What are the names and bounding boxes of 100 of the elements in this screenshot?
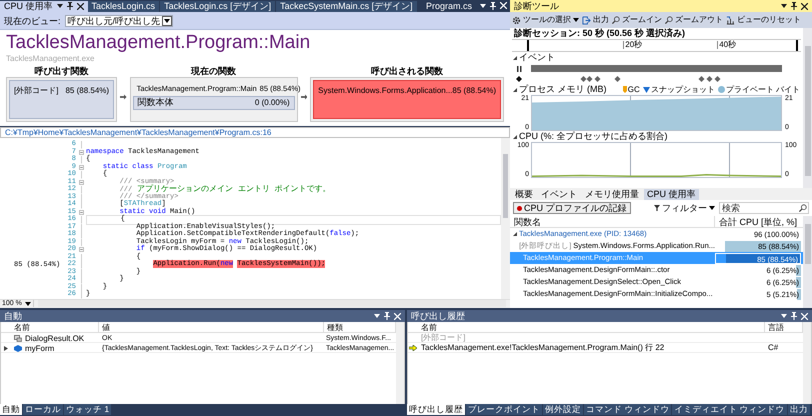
arrow-icon <box>120 94 127 100</box>
legend-label: GC <box>628 86 640 94</box>
horizontal-scrollbar[interactable] <box>38 300 506 308</box>
caret-icon <box>25 302 31 306</box>
column-header[interactable]: 関数名 <box>510 216 715 228</box>
vertical-scrollbar[interactable] <box>396 322 404 404</box>
expand-icon[interactable] <box>4 346 8 351</box>
panel-title: 呼び出し履歴 <box>411 312 465 320</box>
vertical-scrollbar[interactable] <box>803 322 811 404</box>
panel-tab[interactable]: ウォッチ 1 <box>64 404 112 415</box>
panel-title: 診断ツール <box>514 2 559 10</box>
function-box[interactable]: [外部コード] 85 (88.54%) <box>9 80 114 118</box>
gear-icon <box>512 16 521 24</box>
pin-icon[interactable] <box>791 2 797 10</box>
arrow-icon <box>300 94 308 100</box>
pause-icon <box>517 66 522 72</box>
column-header[interactable]: 値 <box>99 322 324 333</box>
variable-name: DialogResult.OK <box>25 334 84 344</box>
caret-icon <box>480 4 486 8</box>
function-name: [外部コード] <box>14 84 58 97</box>
column-header[interactable]: 合計 CPU [単位, %] <box>715 216 803 228</box>
function-value: 85 (88.54%) <box>65 84 110 97</box>
pin-icon[interactable] <box>791 312 797 320</box>
search-field[interactable]: 検索 <box>719 202 809 214</box>
panel-tab[interactable]: ローカル <box>23 404 63 415</box>
record-profile-button[interactable]: CPU プロファイルの記録 <box>513 202 631 214</box>
function-value: 85 (88.54%) <box>452 84 496 97</box>
collapse-icon[interactable] <box>513 88 517 92</box>
language-cell: C# <box>768 343 778 352</box>
tool-tab[interactable]: CPU 使用率 <box>644 189 699 200</box>
document-tab[interactable]: TackecSystemMain.cs [デザイン] <box>276 0 417 12</box>
pin-icon[interactable] <box>490 2 496 10</box>
file-path-link[interactable]: C:¥Tmp¥Home¥TacklesManagement¥TacklesManagement¥Program.cs:16 <box>0 127 510 138</box>
toolbar-button[interactable]: ビューのリセット <box>726 16 801 24</box>
vertical-scrollbar[interactable] <box>803 28 812 188</box>
variable-name: myForm <box>25 344 54 354</box>
close-icon[interactable] <box>801 2 808 10</box>
panel-tab[interactable]: 自動 <box>0 404 22 415</box>
hot-function-box[interactable]: System.Windows.Forms.Application...85 (88.54%) <box>313 80 501 118</box>
caret-icon <box>573 18 579 22</box>
panel-tab[interactable]: コマンド ウィンドウ <box>584 404 672 415</box>
panel-tab[interactable]: 呼び出し履歴 <box>407 404 465 415</box>
tool-tab[interactable]: 概要 <box>512 189 536 200</box>
legend-label: スナップショット <box>650 86 715 94</box>
output-icon <box>582 16 591 24</box>
function-body-box[interactable]: 関数本体 0 (0.00%) <box>132 96 295 110</box>
toolbar-button[interactable]: ズームアウト <box>665 16 723 24</box>
filter-icon <box>654 205 660 211</box>
caret-icon <box>781 314 787 318</box>
pin-icon[interactable] <box>384 312 390 320</box>
cube-icon <box>14 345 22 352</box>
search-icon <box>799 204 807 212</box>
section-heading: プロセス メモリ (MB) <box>519 85 606 94</box>
vertical-scrollbar[interactable] <box>501 138 510 299</box>
caret-icon <box>374 314 380 318</box>
caret-icon <box>709 206 715 210</box>
toolbar-button[interactable]: 出力 <box>582 16 609 24</box>
column-heading: 呼び出される関数 <box>370 64 444 77</box>
reset-view-icon <box>726 16 735 24</box>
preview-tab[interactable]: Program.cs <box>422 0 476 12</box>
pin-icon[interactable] <box>66 2 73 10</box>
panel-tab[interactable]: 例外設定 <box>543 404 583 415</box>
legend-label: プライベート バイト <box>726 86 800 94</box>
vertical-scrollbar[interactable] <box>803 216 812 308</box>
caret-icon <box>164 19 170 24</box>
stack-frame[interactable]: TacklesManagement.exe!TacklesManagement.Program.Main() 行 22 <box>418 343 765 353</box>
view-select[interactable]: 呼び出し元/呼び出し先 <box>64 15 174 28</box>
document-tab[interactable]: TacklesLogin.cs <box>88 0 160 12</box>
panel-tab[interactable]: イミディエイト ウィンドウ <box>672 404 787 415</box>
caret-icon <box>56 4 63 8</box>
column-header[interactable]: 名前 <box>11 322 99 333</box>
toolbar-button[interactable]: ズームイン <box>612 16 662 24</box>
section-heading: イベント <box>519 53 555 62</box>
document-tab[interactable]: CPU 使用率 <box>0 0 88 12</box>
tool-tab[interactable]: メモリ使用量 <box>582 189 642 200</box>
view-label: 現在のビュー: <box>4 14 61 28</box>
column-heading: 現在の関数 <box>190 64 238 77</box>
column-heading: 呼び出す関数 <box>34 64 90 77</box>
panel-tab[interactable]: ブレークポイント <box>466 404 542 415</box>
magnifier-icon <box>665 16 673 24</box>
caret-icon <box>781 4 787 8</box>
close-icon[interactable] <box>76 2 84 10</box>
toolbar-button[interactable]: ツールの選択 <box>512 16 579 24</box>
tool-tab[interactable]: イベント <box>538 189 580 200</box>
enum-icon <box>14 335 22 342</box>
function-name: System.Windows.Forms.Application... <box>318 84 452 97</box>
function-title: TacklesManagement.Program::Main <box>6 32 312 54</box>
ruler-label: 40秒 <box>717 41 736 49</box>
filter-button[interactable]: フィルター <box>654 204 715 212</box>
panel-tab[interactable]: 出力 <box>788 404 810 415</box>
collapse-icon[interactable] <box>513 56 517 60</box>
document-tab[interactable]: TacklesLogin.cs [デザイン] <box>160 0 276 12</box>
module-name: TacklesManagement.exe <box>6 54 96 63</box>
expand-icon[interactable] <box>513 232 517 236</box>
function-name: 関数本体 <box>138 96 174 110</box>
column-header[interactable]: 名前 <box>418 322 765 333</box>
diamond-icon <box>516 76 522 82</box>
collapse-icon[interactable] <box>513 134 517 138</box>
panel-title: 自動 <box>4 312 22 320</box>
record-icon <box>517 206 522 210</box>
